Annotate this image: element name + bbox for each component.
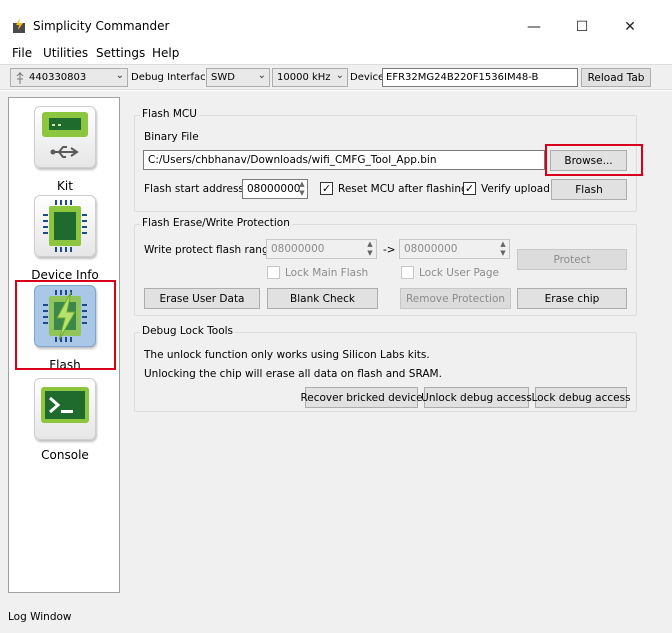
protect-to-value: 08000000 xyxy=(404,243,458,255)
from-spinner[interactable]: ▲ ▼ xyxy=(364,240,376,258)
chevron-down-icon: ⌄ xyxy=(335,70,344,81)
sidebar-item-device-info[interactable] xyxy=(34,195,96,257)
maximize-button[interactable]: ☐ xyxy=(562,12,602,42)
reset-mcu-label: Reset MCU after flashing xyxy=(338,183,468,195)
debug-interface-label: Debug Interface xyxy=(131,72,212,83)
debug-interface-select[interactable]: SWD ⌄ xyxy=(206,68,270,87)
menu-help[interactable]: Help xyxy=(152,46,179,60)
device-input[interactable]: EFR32MG24B220F1536IM48-B xyxy=(382,68,578,87)
flash-start-address-value: 08000000 xyxy=(247,183,301,195)
chip-icon xyxy=(43,200,87,252)
erase-user-data-button[interactable]: Erase User Data xyxy=(144,288,260,309)
flash-mcu-title: Flash MCU xyxy=(140,108,199,120)
flash-highlight-box xyxy=(15,280,116,370)
lock-main-flash-checkbox[interactable] xyxy=(267,266,280,279)
unlock-info-text: The unlock function only works using Sil… xyxy=(144,349,430,361)
adapter-value: 440330803 xyxy=(29,72,87,83)
toolbar: 440330803 ⌄ Debug Interface SWD ⌄ 10000 … xyxy=(0,64,672,90)
protect-from-input[interactable]: 08000000 xyxy=(266,239,377,259)
chevron-down-icon: ⌄ xyxy=(115,70,124,81)
flash-start-address-label: Flash start address: xyxy=(144,183,248,195)
sidebar-item-kit[interactable] xyxy=(34,106,96,168)
log-window[interactable] xyxy=(0,603,672,633)
reset-mcu-checkbox[interactable]: ✓ xyxy=(320,182,333,195)
chevron-down-icon: ⌄ xyxy=(257,70,266,81)
menu-settings[interactable]: Settings xyxy=(96,46,145,60)
verify-upload-label: Verify upload xyxy=(481,183,550,195)
write-protect-label: Write protect flash range xyxy=(144,244,276,256)
close-button[interactable]: ✕ xyxy=(610,12,650,42)
log-window-label: Log Window xyxy=(8,611,72,623)
speed-value: 10000 kHz xyxy=(277,72,331,83)
lock-debug-access-button[interactable]: Lock debug access xyxy=(531,387,631,408)
verify-upload-checkbox[interactable]: ✓ xyxy=(463,182,476,195)
reload-tab-button[interactable]: Reload Tab xyxy=(581,68,651,87)
binary-file-input[interactable]: C:/Users/chbhanav/Downloads/wifi_CMFG_To… xyxy=(143,150,545,170)
kit-board-icon xyxy=(42,112,88,158)
to-spinner[interactable]: ▲ ▼ xyxy=(497,240,509,258)
usb-plug-icon xyxy=(16,71,24,84)
sidebar-item-label: Console xyxy=(41,448,89,462)
address-spinner[interactable]: ▲ ▼ xyxy=(296,180,308,198)
title-bar: Simplicity Commander — ☐ ✕ xyxy=(0,0,672,44)
lock-user-page-label: Lock User Page xyxy=(419,267,499,279)
sidebar-item-label: Kit xyxy=(57,179,73,193)
unlock-debug-access-button[interactable]: Unlock debug access xyxy=(421,387,532,408)
protect-button[interactable]: Protect xyxy=(517,249,627,270)
range-arrow: -> xyxy=(383,244,396,256)
adapter-select[interactable]: 440330803 ⌄ xyxy=(10,68,128,87)
menu-utilities[interactable]: Utilities xyxy=(43,46,88,60)
protect-from-value: 08000000 xyxy=(271,243,325,255)
sidebar-item-console[interactable] xyxy=(34,378,96,440)
recover-bricked-device-button[interactable]: Recover bricked device xyxy=(300,387,423,408)
lock-user-page-checkbox[interactable] xyxy=(401,266,414,279)
minimize-button[interactable]: — xyxy=(514,12,554,42)
protect-to-input[interactable]: 08000000 xyxy=(399,239,510,259)
window-title: Simplicity Commander xyxy=(33,19,170,33)
menu-file[interactable]: File xyxy=(12,46,32,60)
blank-check-button[interactable]: Blank Check xyxy=(267,288,378,309)
debug-lock-title: Debug Lock Tools xyxy=(140,325,236,337)
erase-chip-button[interactable]: Erase chip xyxy=(517,288,627,309)
debug-interface-value: SWD xyxy=(211,72,235,83)
flash-button[interactable]: Flash xyxy=(551,179,627,200)
remove-protection-button[interactable]: Remove Protection xyxy=(400,288,511,309)
speed-select[interactable]: 10000 kHz ⌄ xyxy=(272,68,348,87)
device-label: Device xyxy=(350,72,385,83)
browse-highlight-box xyxy=(545,144,643,176)
console-icon xyxy=(41,387,89,423)
binary-file-label: Binary File xyxy=(144,131,199,143)
simplicity-commander-app-icon xyxy=(13,18,25,33)
lock-main-flash-label: Lock Main Flash xyxy=(285,267,369,279)
unlock-warning-text: Unlocking the chip will erase all data o… xyxy=(144,368,442,380)
erase-protection-title: Flash Erase/Write Protection xyxy=(140,217,292,229)
